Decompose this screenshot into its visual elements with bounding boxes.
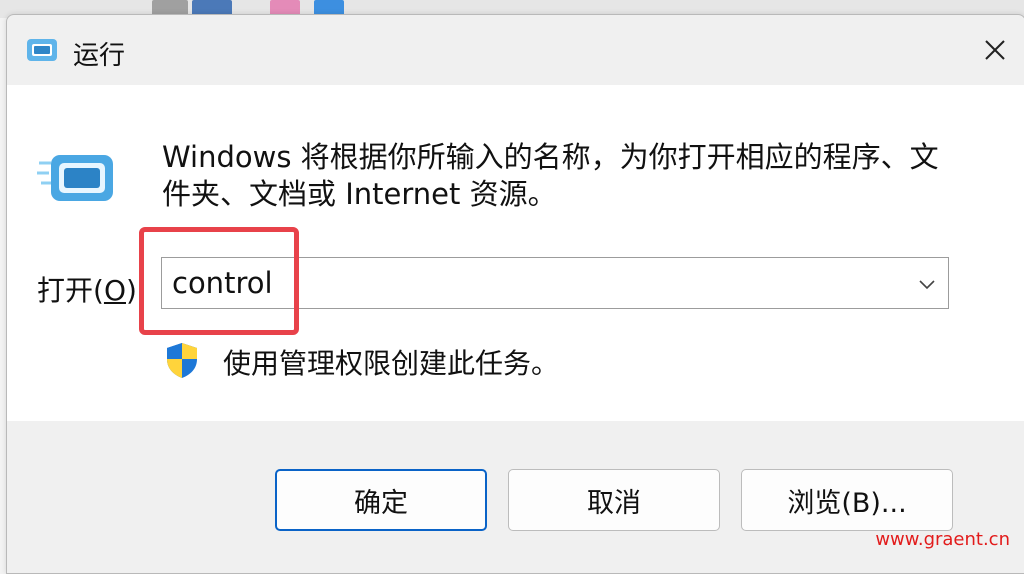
close-icon bbox=[985, 40, 1005, 60]
dialog-description: Windows 将根据你所输入的名称，为你打开相应的程序、文件夹、文档或 Int… bbox=[162, 140, 939, 211]
run-dialog: 运行 Windows 将根据你所输入的名称，为你打开相应的程序、文件夹、文档或 … bbox=[6, 14, 1024, 574]
dialog-title: 运行 bbox=[73, 41, 126, 71]
uac-shield-icon bbox=[164, 341, 200, 383]
ok-button[interactable]: 确定 bbox=[275, 469, 487, 531]
run-app-icon bbox=[37, 151, 117, 211]
dialog-content: Windows 将根据你所输入的名称，为你打开相应的程序、文件夹、文档或 Int… bbox=[7, 85, 1024, 421]
annotation-highlight-box bbox=[139, 227, 299, 335]
admin-privilege-note: 使用管理权限创建此任务。 bbox=[223, 347, 560, 380]
run-app-icon bbox=[25, 37, 59, 67]
browse-button[interactable]: 浏览(B)... bbox=[741, 469, 953, 531]
open-label: 打开(O): bbox=[37, 274, 147, 307]
chevron-down-icon[interactable] bbox=[918, 275, 936, 294]
close-button[interactable] bbox=[965, 15, 1024, 85]
cancel-button[interactable]: 取消 bbox=[508, 469, 720, 531]
title-bar: 运行 bbox=[7, 15, 1024, 85]
watermark-text: www.graent.cn bbox=[875, 529, 1010, 550]
